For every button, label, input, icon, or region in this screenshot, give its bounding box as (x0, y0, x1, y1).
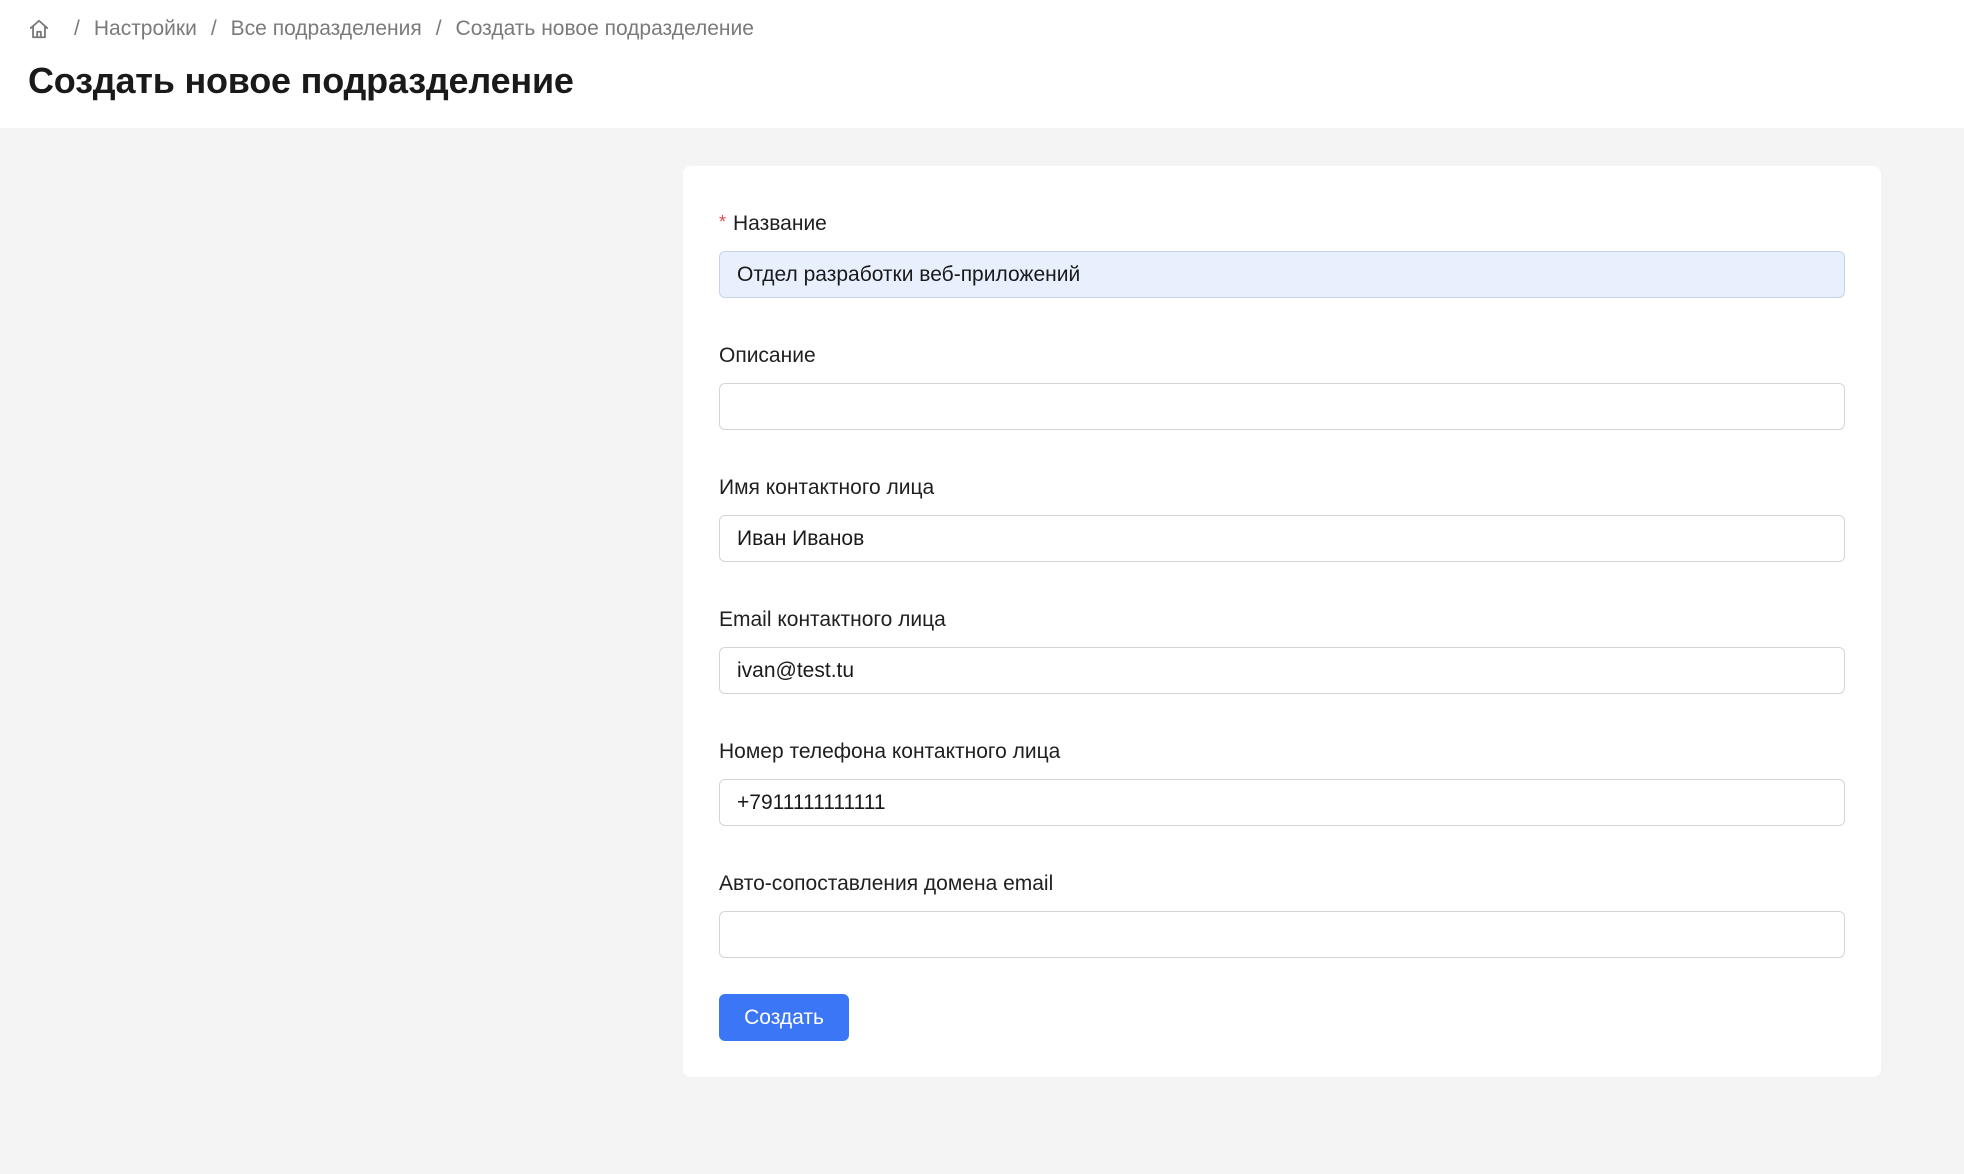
description-label: Описание (719, 344, 816, 367)
name-label-text: Название (733, 212, 827, 235)
breadcrumb-item-current: Создать новое подразделение (455, 17, 754, 40)
contact-phone-field: Номер телефона контактного лица (719, 737, 1845, 826)
home-icon[interactable] (28, 18, 50, 40)
contact-name-input[interactable] (719, 515, 1845, 562)
contact-phone-label: Номер телефона контактного лица (719, 740, 1061, 763)
breadcrumb-separator: / (435, 17, 442, 40)
page-title: Создать новое подразделение (28, 60, 574, 101)
contact-email-field: Email контактного лица (719, 605, 1845, 694)
required-mark: * (719, 212, 727, 232)
contact-email-input[interactable] (719, 647, 1845, 694)
breadcrumb-item-all-departments[interactable]: Все подразделения (231, 17, 422, 41)
email-domain-mapping-label: Авто-сопоставления домена email (719, 872, 1054, 895)
breadcrumb: / Настройки / Все подразделения / Создат… (28, 14, 754, 44)
breadcrumb-separator: / (210, 17, 217, 40)
create-button[interactable]: Создать (719, 994, 849, 1041)
email-domain-mapping-field: Авто-сопоставления домена email (719, 869, 1845, 958)
name-input[interactable] (719, 251, 1845, 298)
description-input[interactable] (719, 383, 1845, 430)
description-field: Описание (719, 341, 1845, 430)
email-domain-mapping-input[interactable] (719, 911, 1845, 958)
contact-email-label: Email контактного лица (719, 608, 946, 631)
name-label: * Название (719, 209, 1845, 239)
contact-phone-input[interactable] (719, 779, 1845, 826)
contact-name-label: Имя контактного лица (719, 476, 935, 499)
create-department-form: *Название Описание Имя контактного лица … (683, 166, 1881, 1077)
breadcrumb-separator: / (74, 17, 80, 40)
breadcrumb-item-settings[interactable]: Настройки (94, 17, 197, 41)
contact-name-field: Имя контактного лица (719, 473, 1845, 562)
name-field: * Название (719, 209, 1845, 298)
page-header: / Настройки / Все подразделения / Создат… (0, 0, 1964, 128)
